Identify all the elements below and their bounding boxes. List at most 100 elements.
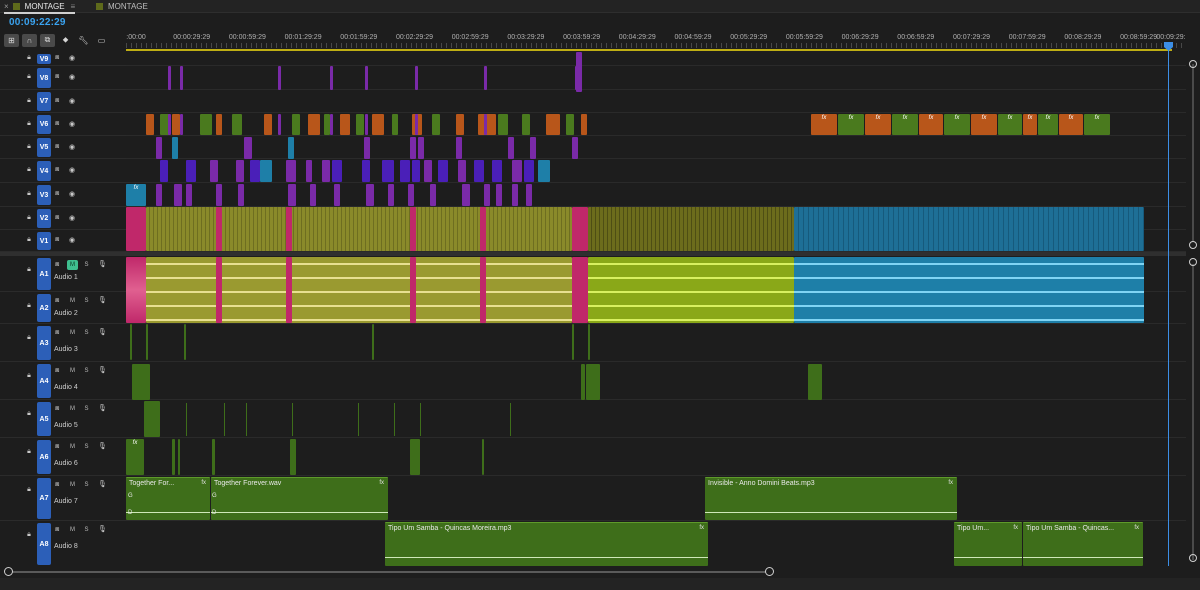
video-clip[interactable] bbox=[412, 160, 420, 182]
video-clip[interactable] bbox=[410, 137, 416, 159]
lock-icon[interactable]: 🔒︎ bbox=[25, 54, 33, 62]
toggle-sync-lock-icon[interactable]: ⧈ bbox=[55, 97, 59, 105]
video-clip[interactable] bbox=[496, 184, 502, 206]
track-target-v4[interactable]: V4 bbox=[37, 161, 51, 181]
video-clip[interactable] bbox=[410, 207, 416, 251]
lock-icon[interactable]: 🔒︎ bbox=[25, 73, 33, 81]
sync-lock-icon[interactable]: ⧈ bbox=[55, 443, 59, 451]
mic-icon[interactable]: 🎙︎ bbox=[98, 480, 107, 488]
video-clip[interactable] bbox=[382, 160, 394, 182]
linked-selection-icon[interactable]: ⧉ bbox=[40, 33, 55, 47]
lock-icon[interactable]: 🔒︎ bbox=[25, 266, 33, 274]
audio-clip-tipo-um[interactable]: Tipo Um... fx bbox=[954, 522, 1022, 566]
video-lane-v8[interactable] bbox=[126, 66, 1186, 90]
toggle-sync-lock-icon[interactable]: ⧈ bbox=[55, 143, 59, 151]
audio-clip[interactable] bbox=[178, 439, 180, 475]
video-clip[interactable] bbox=[250, 160, 260, 182]
video-clip[interactable] bbox=[418, 137, 424, 159]
video-clip[interactable] bbox=[146, 207, 572, 251]
video-clip[interactable] bbox=[168, 114, 171, 135]
fx-video-clip[interactable]: fx bbox=[944, 114, 970, 135]
tab-montage-active[interactable]: × MONTAGE ≡ bbox=[4, 0, 76, 14]
toggle-sync-lock-icon[interactable]: ⧈ bbox=[55, 214, 59, 222]
video-clip[interactable] bbox=[424, 160, 432, 182]
audio-clip[interactable] bbox=[212, 439, 215, 475]
toggle-sync-lock-icon[interactable]: ⧈ bbox=[55, 120, 59, 128]
track-target-v6[interactable]: V6 bbox=[37, 115, 51, 134]
scrollbar-handle-top[interactable] bbox=[1189, 60, 1197, 68]
track-target-v3[interactable]: V3 bbox=[37, 185, 51, 205]
eye-icon[interactable]: ◉ bbox=[69, 143, 75, 151]
audio-clip[interactable] bbox=[586, 364, 600, 400]
audio-clip[interactable] bbox=[132, 364, 150, 400]
eye-icon[interactable]: ◉ bbox=[69, 236, 75, 244]
video-clip[interactable] bbox=[538, 160, 550, 182]
snap-icon[interactable]: ∩ bbox=[22, 33, 37, 47]
lock-icon[interactable]: 🔒︎ bbox=[25, 97, 33, 105]
video-clip[interactable] bbox=[362, 160, 370, 182]
track-target-a2[interactable]: A2 bbox=[37, 294, 51, 322]
video-clip[interactable] bbox=[572, 137, 578, 159]
audio-clip-tipo-um-samba[interactable]: Tipo Um Samba - Quincas Moreira.mp3 fx bbox=[385, 522, 708, 566]
video-lane-v5[interactable] bbox=[126, 136, 1186, 159]
mic-icon[interactable]: 🎙︎ bbox=[98, 260, 107, 268]
sync-lock-icon[interactable]: ⧈ bbox=[55, 329, 59, 337]
mic-icon[interactable]: 🎙︎ bbox=[98, 442, 107, 450]
track-target-a3[interactable]: A3 bbox=[37, 326, 51, 360]
video-clip[interactable] bbox=[278, 66, 281, 90]
video-clip[interactable] bbox=[462, 184, 470, 206]
video-clip[interactable] bbox=[400, 160, 410, 182]
audio-clip[interactable] bbox=[794, 257, 1144, 323]
video-clip[interactable] bbox=[508, 137, 514, 159]
sync-lock-icon[interactable]: ⧈ bbox=[55, 367, 59, 375]
video-clip[interactable] bbox=[244, 137, 252, 159]
track-target-a1[interactable]: A1 bbox=[37, 258, 51, 290]
audio-clip-together-forever-wav[interactable]: Together Forever.wav fx bbox=[211, 477, 388, 520]
audio-clip[interactable] bbox=[372, 324, 374, 360]
mic-icon[interactable]: 🎙︎ bbox=[98, 366, 107, 374]
mic-icon[interactable]: 🎙︎ bbox=[98, 525, 107, 533]
video-clip[interactable] bbox=[306, 160, 312, 182]
video-clip[interactable] bbox=[478, 114, 496, 135]
video-clip[interactable] bbox=[432, 114, 440, 135]
lock-icon[interactable]: 🔒︎ bbox=[25, 143, 33, 151]
video-clip[interactable] bbox=[512, 184, 518, 206]
video-clip[interactable] bbox=[572, 207, 588, 251]
scrollbar-handle-bottom[interactable] bbox=[1189, 241, 1197, 249]
fx-video-clip[interactable]: fx bbox=[998, 114, 1022, 135]
toggle-sync-lock-icon[interactable]: ⧈ bbox=[55, 54, 59, 62]
video-clip[interactable] bbox=[292, 114, 300, 135]
video-clip[interactable] bbox=[356, 114, 364, 135]
track-target-a4[interactable]: A4 bbox=[37, 364, 51, 398]
lock-icon[interactable]: 🔒︎ bbox=[25, 410, 33, 418]
zoom-handle-right[interactable] bbox=[765, 567, 774, 576]
track-target-v9[interactable]: V9 bbox=[37, 54, 51, 64]
video-vertical-scrollbar[interactable] bbox=[1186, 52, 1200, 252]
lock-icon[interactable]: 🔒︎ bbox=[25, 190, 33, 198]
toggle-sync-lock-icon[interactable]: ⧈ bbox=[55, 190, 59, 198]
fx-video-clip[interactable]: fx bbox=[1038, 114, 1058, 135]
playhead-timecode[interactable]: 00:09:22:29 bbox=[9, 17, 66, 28]
mute-button[interactable]: M bbox=[67, 480, 78, 490]
sync-lock-icon[interactable]: ⧈ bbox=[55, 261, 59, 269]
video-clip[interactable] bbox=[484, 66, 487, 90]
mic-icon[interactable]: 🎙︎ bbox=[98, 404, 107, 412]
video-clip[interactable] bbox=[332, 160, 342, 182]
video-clip[interactable] bbox=[238, 184, 244, 206]
audio-clip[interactable] bbox=[146, 324, 148, 360]
video-clip[interactable] bbox=[366, 184, 374, 206]
track-target-v7[interactable]: V7 bbox=[37, 92, 51, 111]
video-clip[interactable] bbox=[498, 114, 508, 135]
video-clip[interactable] bbox=[372, 114, 384, 135]
tab-menu-icon[interactable]: ≡ bbox=[71, 2, 76, 11]
video-clip[interactable] bbox=[408, 184, 414, 206]
video-clip[interactable] bbox=[200, 114, 212, 135]
video-clip[interactable] bbox=[546, 114, 560, 135]
video-clip[interactable] bbox=[156, 137, 162, 159]
audio-clip[interactable] bbox=[808, 364, 822, 400]
video-clip[interactable] bbox=[216, 184, 222, 206]
fx-video-clip[interactable]: fx bbox=[971, 114, 997, 135]
video-lane-v3[interactable] bbox=[126, 183, 1186, 207]
zoom-handle-left[interactable] bbox=[4, 567, 13, 576]
video-clip[interactable] bbox=[526, 184, 532, 206]
